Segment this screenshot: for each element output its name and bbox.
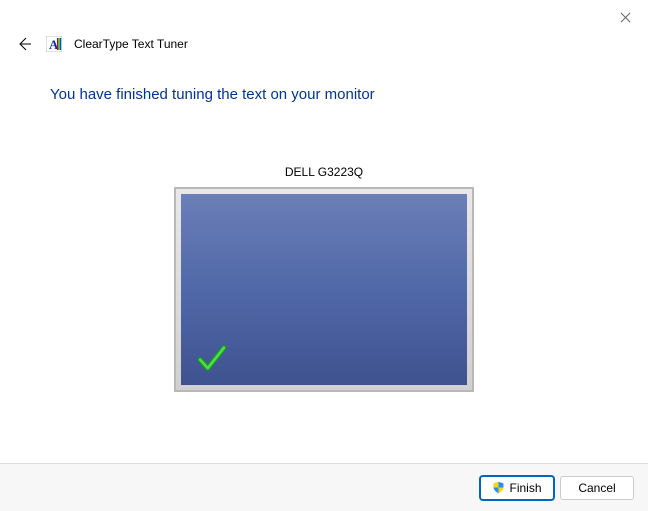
cancel-button-label: Cancel xyxy=(578,481,615,495)
monitor-preview-area: DELL G3223Q xyxy=(0,165,648,392)
cleartype-app-icon: A xyxy=(46,36,62,52)
back-button[interactable] xyxy=(14,34,34,54)
page-headline: You have finished tuning the text on you… xyxy=(50,86,598,103)
uac-shield-icon xyxy=(492,481,505,494)
monitor-name-label: DELL G3223Q xyxy=(285,165,363,179)
footer-bar: Finish Cancel xyxy=(0,463,648,511)
arrow-left-icon xyxy=(16,36,32,52)
close-icon[interactable] xyxy=(618,10,634,26)
monitor-frame xyxy=(174,187,474,392)
header-row: A ClearType Text Tuner xyxy=(14,34,188,54)
checkmark-icon xyxy=(195,341,229,375)
finish-button-label: Finish xyxy=(509,481,541,495)
content-area: You have finished tuning the text on you… xyxy=(50,80,598,103)
finish-button[interactable]: Finish xyxy=(480,476,554,500)
cancel-button[interactable]: Cancel xyxy=(560,476,634,500)
monitor-screen xyxy=(181,194,467,385)
window-title: ClearType Text Tuner xyxy=(74,37,188,51)
